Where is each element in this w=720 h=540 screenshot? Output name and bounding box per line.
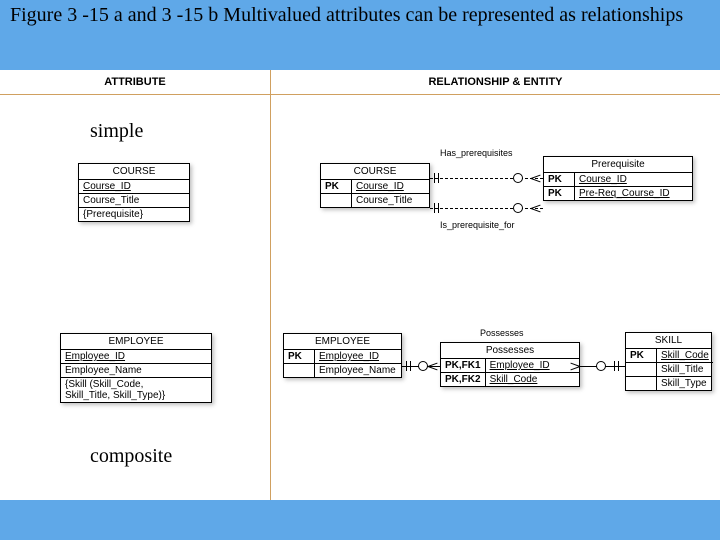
label-simple: simple — [90, 120, 143, 143]
attr-row: {Skill (Skill_Code,Skill_Title, Skill_Ty… — [61, 378, 211, 402]
attr-row: Employee_Name — [61, 364, 211, 378]
connector-ring — [418, 361, 428, 371]
entity-name: COURSE — [321, 164, 429, 180]
attr-row: Course_ID — [575, 173, 692, 187]
attr-row: Course_ID — [79, 180, 189, 194]
diagram-area: ATTRIBUTE RELATIONSHIP & ENTITY simple c… — [0, 70, 720, 500]
attr-row: Course_ID — [352, 180, 429, 194]
key-col — [626, 377, 657, 390]
entity-course-rel: COURSEPKCourse_ID Course_Title — [320, 163, 430, 208]
attr-row: Skill_Title — [657, 363, 711, 377]
connector-line — [430, 208, 543, 209]
label-composite: composite — [90, 445, 172, 468]
connector-line — [430, 178, 543, 179]
key-col: PK — [544, 173, 575, 187]
entity-name: Prerequisite — [544, 157, 692, 173]
key-col: PK,FK2 — [441, 373, 486, 386]
key-col: PK — [544, 187, 575, 200]
key-col — [626, 363, 657, 377]
connector-tick — [434, 173, 435, 183]
attr-row: Skill_Code — [486, 373, 579, 386]
attr-row: Employee_Name — [315, 364, 401, 377]
key-col: PK — [626, 349, 657, 363]
key-col: PK — [321, 180, 352, 194]
key-col — [284, 364, 315, 377]
vertical-divider — [270, 70, 271, 500]
figure-title: Figure 3 -15 a and 3 -15 b Multivalued a… — [10, 4, 710, 27]
attr-row: Course_Title — [79, 194, 189, 208]
connector-ring — [596, 361, 606, 371]
attr-row: Pre-Req_Course_ID — [575, 187, 692, 200]
key-col: PK — [284, 350, 315, 364]
connector-tick — [438, 173, 439, 183]
key-col: PK,FK1 — [441, 359, 486, 373]
connector-tick — [618, 361, 619, 371]
entity-name: Possesses — [441, 343, 579, 359]
header-attribute: ATTRIBUTE — [0, 70, 271, 94]
connector-tick — [434, 203, 435, 213]
connector-ring — [513, 203, 523, 213]
attr-row: Skill_Type — [657, 377, 711, 390]
entity-name: SKILL — [626, 333, 711, 349]
label-possesses: Possesses — [480, 328, 524, 338]
column-headers: ATTRIBUTE RELATIONSHIP & ENTITY — [0, 70, 720, 95]
entity-employee-rel: EMPLOYEEPKEmployee_ID Employee_Name — [283, 333, 402, 378]
entity-name: EMPLOYEE — [61, 334, 211, 350]
label-is-prereq: Is_prerequisite_for — [440, 220, 515, 230]
connector-tick — [406, 361, 407, 371]
attr-row: Course_Title — [352, 194, 429, 207]
title-bar: Figure 3 -15 a and 3 -15 b Multivalued a… — [0, 0, 720, 37]
connector-ring — [513, 173, 523, 183]
entity-skill: SKILLPKSkill_Code Skill_Title Skill_Type — [625, 332, 712, 391]
attr-row: Employee_ID — [486, 359, 579, 373]
attr-row: Employee_ID — [61, 350, 211, 364]
label-has-prereq: Has_prerequisites — [440, 148, 513, 158]
key-col — [321, 194, 352, 207]
entity-employee-attr: EMPLOYEEEmployee_IDEmployee_Name{Skill (… — [60, 333, 212, 403]
entity-possesses: PossessesPK,FK1Employee_IDPK,FK2Skill_Co… — [440, 342, 580, 387]
attr-row: Skill_Code — [657, 349, 713, 363]
connector-tick — [438, 203, 439, 213]
attr-row: Employee_ID — [315, 350, 401, 364]
entity-name: COURSE — [79, 164, 189, 180]
entity-course-attr: COURSECourse_IDCourse_Title{Prerequisite… — [78, 163, 190, 222]
connector-tick — [614, 361, 615, 371]
entity-prerequisite: PrerequisitePKCourse_IDPKPre-Req_Course_… — [543, 156, 693, 201]
entity-name: EMPLOYEE — [284, 334, 401, 350]
attr-row: {Prerequisite} — [79, 208, 189, 221]
connector-tick — [410, 361, 411, 371]
header-relationship: RELATIONSHIP & ENTITY — [271, 70, 720, 94]
